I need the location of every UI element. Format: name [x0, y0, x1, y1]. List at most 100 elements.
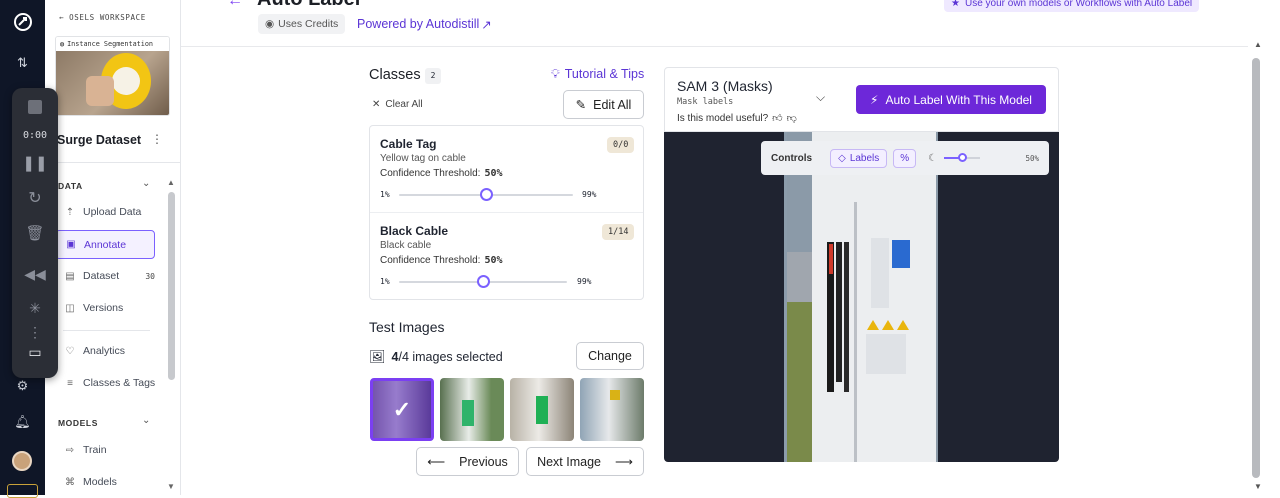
draw-icon[interactable]: ⋮ [12, 324, 58, 341]
test-image-thumbnail[interactable] [510, 378, 574, 441]
stop-icon[interactable] [12, 100, 58, 114]
check-icon: ✓ [392, 397, 412, 422]
tag-icon: ◇ [838, 152, 846, 164]
controls-label[interactable]: Controls [771, 153, 812, 164]
threshold-value: 50% [484, 168, 503, 179]
sidebar-item-classes-tags[interactable]: ≡ Classes & Tags [55, 370, 201, 396]
class-count-badge: 1/14 [602, 224, 635, 240]
class-count-badge: 0/0 [607, 137, 635, 153]
test-image-thumbnail[interactable] [580, 378, 644, 441]
analytics-icon: ♡ [65, 345, 75, 357]
sidebar-scroll-up[interactable]: ▲ [167, 178, 175, 187]
project-thumbnail[interactable]: ◍ Instance Segmentation [55, 36, 170, 116]
opacity-slider[interactable] [944, 153, 981, 162]
threshold-slider-knob[interactable] [479, 188, 493, 201]
next-image-button[interactable]: Next Image ⟶ [526, 447, 644, 476]
threshold-label: Confidence Threshold: [380, 168, 481, 179]
avatar[interactable] [12, 451, 32, 471]
scroll-up[interactable]: ▲ [1254, 40, 1262, 49]
models-section-header[interactable]: MODELS [58, 418, 98, 428]
sidebar-item-models[interactable]: ⌘ Models [55, 469, 201, 495]
model-name: SAM 3 (Masks) [677, 78, 773, 94]
class-prompt[interactable]: Yellow tag on cable [380, 153, 466, 164]
powered-by-link[interactable]: Powered by Autodistill ↗ [357, 17, 492, 32]
effects-icon[interactable]: ✳ [12, 300, 58, 317]
sidebar-item-train[interactable]: ⇨ Train [55, 437, 201, 463]
sidebar-item-analytics[interactable]: ♡ Analytics [55, 338, 201, 364]
useful-question: Is this model useful? [677, 112, 769, 124]
class-name: Cable Tag [380, 137, 437, 151]
restart-icon[interactable]: ↻ [12, 188, 58, 208]
globe-icon: ◍ [60, 40, 65, 48]
viewer-controls-bar: Controls ◇ Labels % ☾ 50% [761, 141, 1049, 175]
clear-all-button[interactable]: ✕ Clear All [372, 99, 423, 110]
thumbs-down-icon[interactable]: 👎︎ [787, 112, 797, 124]
pause-icon[interactable]: ❚❚ [12, 154, 58, 172]
mute-icon[interactable]: ◀◀ [12, 266, 58, 283]
chevron-down-icon[interactable]: ⌵ [816, 90, 825, 105]
annotate-icon: ▣ [66, 239, 76, 250]
threshold-slider-knob[interactable] [476, 275, 490, 288]
image-icon: 🖼︎ [369, 349, 386, 364]
versions-icon: ◫ [65, 302, 75, 314]
roboflow-logo[interactable] [0, 12, 45, 35]
promo-banner[interactable]: ★ Use your own models or Workflows with A… [944, 0, 1200, 12]
back-arrow-icon[interactable]: ← [227, 0, 243, 10]
bolt-icon: ⚡︎ [870, 92, 879, 107]
data-section-header[interactable]: DATA [58, 181, 83, 191]
test-image-thumbnail[interactable] [440, 378, 504, 441]
page-scrollbar-thumb[interactable] [1252, 58, 1260, 478]
coins-icon: ◉ [265, 18, 275, 30]
close-icon: ✕ [372, 99, 381, 110]
workspace-switcher[interactable] [7, 484, 38, 498]
models-collapse-icon[interactable]: ⌄ [142, 415, 150, 426]
project-name[interactable]: Surge Dataset [57, 133, 141, 147]
selected-label: /4 images selected [398, 350, 503, 364]
sidebar-item-annotate[interactable]: ▣ Annotate [55, 230, 155, 259]
screen-recorder-toolbar: 0:00 ❚❚ ↻ 🗑︎ ◀◀ ✳ ⋮ ▭ [12, 88, 58, 378]
external-link-icon: ↗ [481, 18, 492, 32]
sidebar-item-dataset[interactable]: ▤ Dataset 30 [55, 263, 155, 289]
labels-toggle[interactable]: ◇ Labels [830, 148, 888, 168]
slider-min: 1% [380, 277, 390, 286]
thumbs-up-icon[interactable]: 👍︎ [772, 112, 782, 124]
sidebar-item-upload-data[interactable]: ⇡ Upload Data [55, 199, 201, 225]
scroll-down[interactable]: ▼ [1254, 482, 1262, 491]
previous-button[interactable]: ⟵ Previous [416, 447, 519, 476]
camera-icon[interactable]: ▭ [12, 344, 58, 361]
trash-icon[interactable]: 🗑︎ [12, 224, 58, 242]
test-images-title: Test Images [369, 319, 445, 335]
project-menu-icon[interactable]: ⋮ [151, 132, 163, 146]
classes-title: Classes [369, 67, 421, 83]
back-arrow-icon: ← [59, 13, 65, 22]
tutorial-link[interactable]: 💡︎ Tutorial & Tips [551, 67, 644, 82]
notifications-icon[interactable]: 🔔︎ [0, 414, 45, 430]
class-prompt[interactable]: Black cable [380, 240, 431, 251]
threshold-value: 50% [484, 255, 503, 266]
star-icon: ★ [951, 0, 960, 9]
opacity-value: 50% [1025, 153, 1039, 163]
settings-icon[interactable]: ⚙ [0, 378, 45, 394]
image-viewer[interactable]: Controls ◇ Labels % ☾ 50% [664, 132, 1059, 462]
auto-label-button[interactable]: ⚡︎ Auto Label With This Model [856, 85, 1046, 114]
sidebar-item-versions[interactable]: ◫ Versions [55, 295, 201, 321]
percent-toggle[interactable]: % [893, 148, 917, 168]
test-image-thumbnail[interactable]: ✓ [370, 378, 434, 441]
workspace-link[interactable]: ← OSELS WORKSPACE [59, 13, 146, 22]
dataset-icon: ▤ [65, 270, 75, 282]
slider-max: 99% [577, 277, 592, 286]
transfer-icon[interactable]: ⇅ [0, 55, 45, 71]
pencil-icon: ✎ [575, 98, 587, 112]
slider-min: 1% [380, 190, 390, 199]
lightbulb-icon: 💡︎ [551, 67, 560, 81]
threshold-label: Confidence Threshold: [380, 255, 481, 266]
top-bar: ← Auto Label ◉Uses Credits Powered by Au… [181, 0, 1248, 47]
data-collapse-icon[interactable]: ⌄ [142, 178, 150, 189]
moon-icon[interactable]: ☾ [928, 153, 937, 164]
models-icon: ⌘ [65, 476, 75, 488]
list-icon: ≡ [67, 377, 73, 389]
opacity-slider-knob[interactable] [958, 153, 968, 162]
recording-time: 0:00 [22, 130, 48, 141]
change-images-button[interactable]: Change [576, 342, 644, 370]
edit-all-button[interactable]: ✎ Edit All [563, 90, 644, 119]
